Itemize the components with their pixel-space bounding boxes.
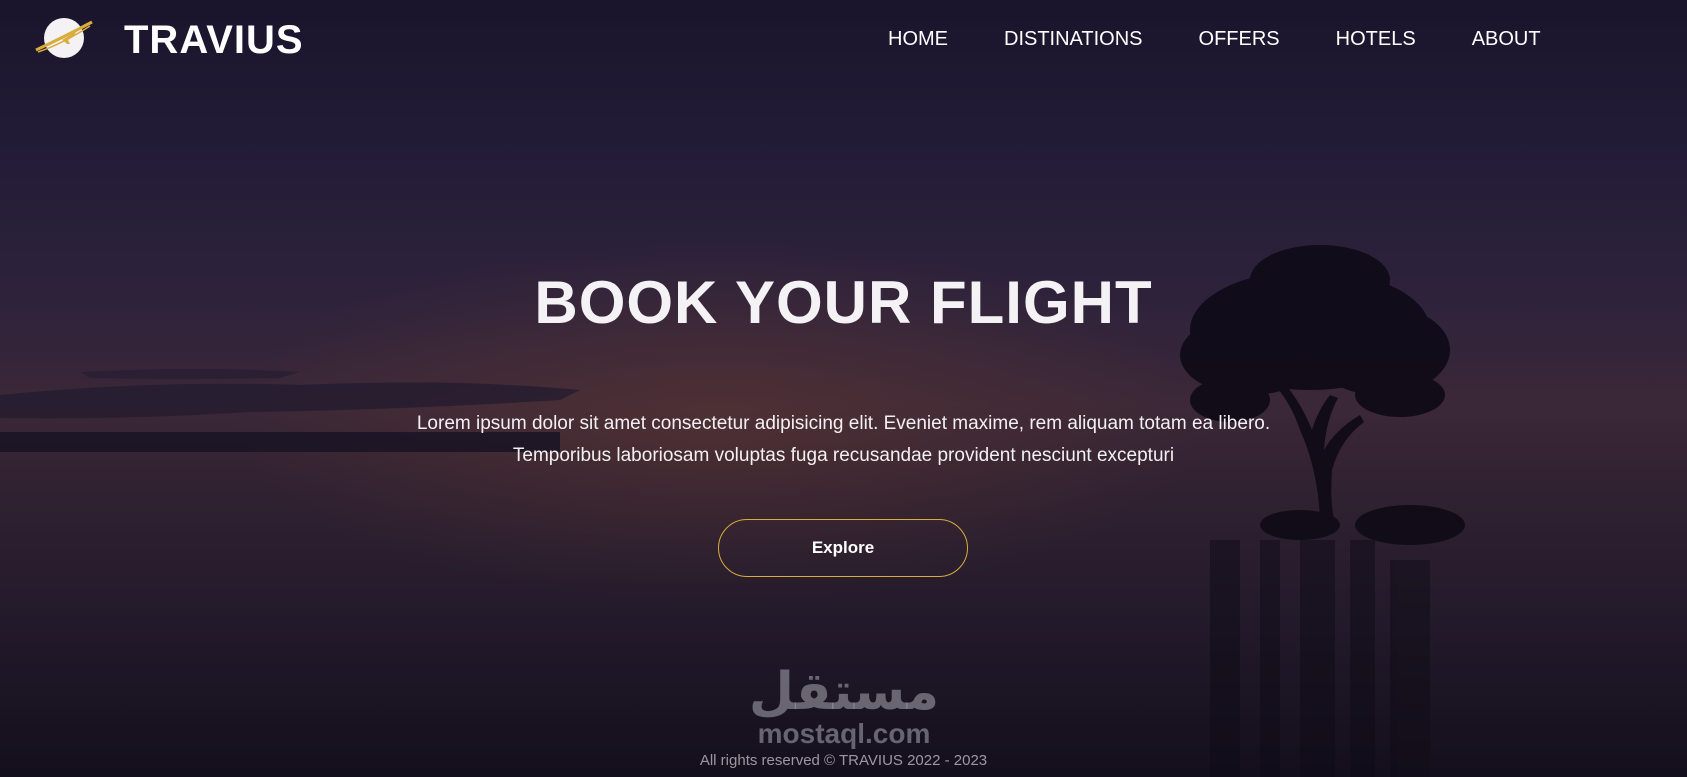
- dark-overlay: [0, 0, 1687, 777]
- explore-button[interactable]: Explore: [718, 519, 968, 577]
- watermark-arabic: مستقل: [748, 662, 940, 722]
- footer-copyright: All rights reserved © TRAVIUS 2022 - 202…: [699, 752, 988, 769]
- main-nav: HOME DISTINATIONS OFFERS HOTELS ABOUT: [888, 28, 1597, 51]
- brand-name[interactable]: TRAVIUS: [124, 18, 304, 63]
- hero-title: BOOK YOUR FLIGHT: [534, 269, 1153, 336]
- hero-description-line-2: Temporibus laboriosam voluptas fuga recu…: [512, 445, 1175, 466]
- hero-description: Lorem ipsum dolor sit amet consectetur a…: [0, 408, 1687, 472]
- nav-item-about[interactable]: ABOUT: [1472, 28, 1541, 51]
- site-header: TRAVIUS HOME DISTINATIONS OFFERS HOTELS …: [0, 0, 1687, 80]
- nav-item-hotels[interactable]: HOTELS: [1336, 28, 1416, 51]
- planet-plane-logo-icon: [35, 18, 93, 58]
- nav-item-destinations[interactable]: DISTINATIONS: [1004, 28, 1143, 51]
- logo[interactable]: [32, 14, 96, 62]
- nav-item-offers[interactable]: OFFERS: [1199, 28, 1280, 51]
- watermark-latin: mostaql.com: [757, 718, 931, 749]
- nav-item-home[interactable]: HOME: [888, 28, 948, 51]
- watermark: مستقل mostaql.com: [740, 665, 948, 749]
- hero-description-line-1: Lorem ipsum dolor sit amet consectetur a…: [416, 413, 1271, 434]
